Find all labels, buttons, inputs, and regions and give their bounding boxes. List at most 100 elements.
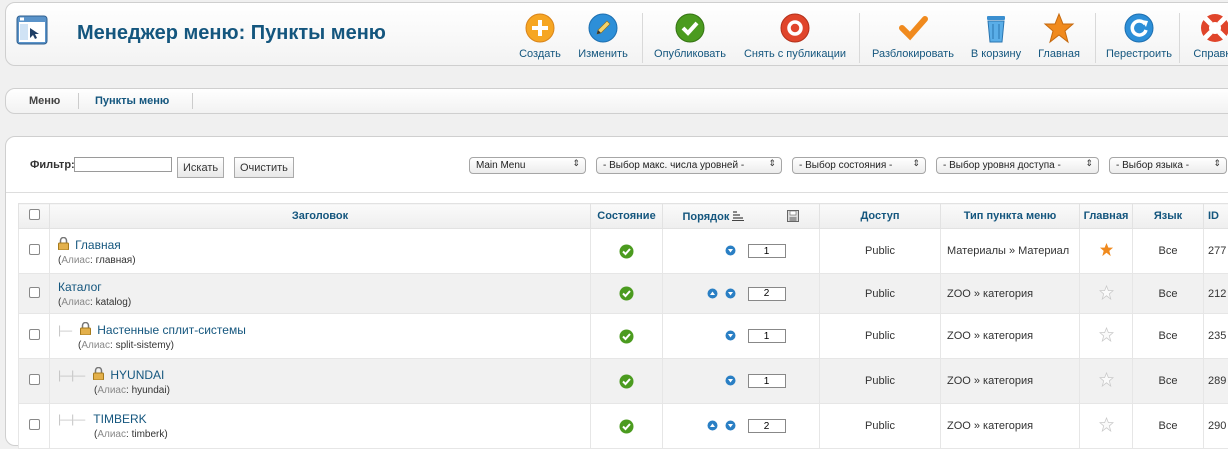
row-alias: (Алиас: hyundai) xyxy=(58,385,590,396)
lock-icon[interactable] xyxy=(80,322,91,335)
language-select[interactable]: - Выбор языка -⇕ xyxy=(1109,157,1227,174)
access-select[interactable]: - Выбор уровня доступа -⇕ xyxy=(936,157,1099,174)
order-input[interactable] xyxy=(748,329,786,343)
row-title-link[interactable]: HYUNDAI xyxy=(110,368,164,382)
title-cell: Каталог (Алиас: katalog) xyxy=(50,274,591,314)
move-up-icon[interactable] xyxy=(707,420,718,431)
id-cell: 235 xyxy=(1204,314,1228,359)
row-checkbox[interactable] xyxy=(29,419,40,430)
column-home[interactable]: Главная xyxy=(1080,204,1133,229)
column-state[interactable]: Состояние xyxy=(591,204,663,229)
page-header: Менеджер меню: Пункты меню Создать Измен… xyxy=(5,2,1228,66)
select-all-checkbox[interactable] xyxy=(29,209,40,220)
unpublish-button[interactable]: Снять с публикации xyxy=(742,9,848,63)
order-input[interactable] xyxy=(748,374,786,388)
filter-input[interactable] xyxy=(74,157,172,172)
create-button[interactable]: Создать xyxy=(509,9,571,63)
move-down-icon[interactable] xyxy=(725,288,736,299)
language-cell: Все xyxy=(1133,404,1204,449)
state-select-value: - Выбор состояния - xyxy=(799,160,892,171)
published-icon[interactable] xyxy=(619,374,634,389)
state-select[interactable]: - Выбор состояния -⇕ xyxy=(792,157,926,174)
published-icon[interactable] xyxy=(619,244,634,259)
column-order[interactable]: Порядок xyxy=(663,204,820,229)
move-down-icon[interactable] xyxy=(725,375,736,386)
submenu: Меню Пункты меню xyxy=(5,88,1228,114)
row-checkbox-cell xyxy=(19,274,50,314)
column-language[interactable]: Язык xyxy=(1133,204,1204,229)
toolbar-divider xyxy=(642,13,643,63)
rebuild-button[interactable]: Перестроить xyxy=(1103,9,1175,63)
home-button[interactable]: Главная xyxy=(1035,9,1083,63)
star-outline-icon[interactable] xyxy=(1099,327,1114,342)
star-outline-icon[interactable] xyxy=(1099,372,1114,387)
access-cell: Public xyxy=(820,359,941,404)
move-up-icon[interactable] xyxy=(707,288,718,299)
row-title-link[interactable]: Главная xyxy=(75,238,121,252)
access-cell: Public xyxy=(820,314,941,359)
language-select-value: - Выбор языка - xyxy=(1116,160,1189,171)
lock-icon[interactable] xyxy=(58,237,69,250)
lifebuoy-icon xyxy=(1199,12,1228,44)
order-input[interactable] xyxy=(748,287,786,301)
table-row: |— Настенные сплит-системы (Алиас: split… xyxy=(19,314,1228,359)
star-outline-icon[interactable] xyxy=(1099,417,1114,432)
type-cell: ZOO » категория xyxy=(941,404,1080,449)
order-cell xyxy=(663,274,820,314)
menu-manager-icon xyxy=(16,15,48,45)
row-checkbox[interactable] xyxy=(29,374,40,385)
move-down-icon[interactable] xyxy=(725,420,736,431)
order-cell xyxy=(663,404,820,449)
type-cell: Материалы » Материал xyxy=(941,229,1080,274)
row-title-link[interactable]: Настенные сплит-системы xyxy=(97,323,246,337)
id-cell: 290 xyxy=(1204,404,1228,449)
trash-button[interactable]: В корзину xyxy=(969,9,1023,63)
row-checkbox[interactable] xyxy=(29,287,40,298)
help-button[interactable]: Справка xyxy=(1185,9,1228,63)
toolbar-divider xyxy=(859,13,860,63)
trash-icon xyxy=(980,12,1012,44)
column-type[interactable]: Тип пункта меню xyxy=(941,204,1080,229)
published-icon[interactable] xyxy=(619,419,634,434)
save-order-icon[interactable] xyxy=(787,210,799,222)
order-input[interactable] xyxy=(748,419,786,433)
published-icon[interactable] xyxy=(619,329,634,344)
star-outline-icon[interactable] xyxy=(1099,285,1114,300)
published-icon[interactable] xyxy=(619,286,634,301)
language-cell: Все xyxy=(1133,314,1204,359)
state-cell xyxy=(591,404,663,449)
row-checkbox-cell xyxy=(19,359,50,404)
checkin-button[interactable]: Разблокировать xyxy=(869,9,957,63)
column-id[interactable]: ID xyxy=(1204,204,1228,229)
row-title-link[interactable]: TIMBERK xyxy=(93,412,146,426)
table-row: |—|— TIMBERK (Алиас: timberk) Public ZOO… xyxy=(19,404,1228,449)
lock-icon[interactable] xyxy=(93,367,104,380)
order-cell xyxy=(663,359,820,404)
clear-button[interactable]: Очистить xyxy=(234,157,294,178)
column-order-label: Порядок xyxy=(683,211,730,223)
home-star-icon[interactable] xyxy=(1099,242,1114,257)
column-title[interactable]: Заголовок xyxy=(50,204,591,229)
title-cell: |—|— HYUNDAI (Алиас: hyundai) xyxy=(50,359,591,404)
row-checkbox[interactable] xyxy=(29,244,40,255)
title-cell: |—|— TIMBERK (Алиас: timberk) xyxy=(50,404,591,449)
menu-select-value: Main Menu xyxy=(476,160,525,171)
order-input[interactable] xyxy=(748,244,786,258)
submenu-divider xyxy=(192,93,193,109)
publish-button[interactable]: Опубликовать xyxy=(650,9,730,63)
order-arrows xyxy=(696,330,736,342)
search-button[interactable]: Искать xyxy=(177,157,224,178)
menu-select[interactable]: Main Menu⇕ xyxy=(469,157,586,174)
submenu-items[interactable]: Пункты меню xyxy=(95,95,169,107)
row-title-link[interactable]: Каталог xyxy=(58,280,102,294)
edit-button[interactable]: Изменить xyxy=(574,9,632,63)
move-down-icon[interactable] xyxy=(725,245,736,256)
column-access[interactable]: Доступ xyxy=(820,204,941,229)
levels-select[interactable]: - Выбор макс. числа уровней -⇕ xyxy=(596,157,782,174)
table-row: |—|— HYUNDAI (Алиас: hyundai) Public ZOO… xyxy=(19,359,1228,404)
checkmark-icon xyxy=(674,12,706,44)
row-checkbox[interactable] xyxy=(29,329,40,340)
row-alias: (Алиас: split-sistemy) xyxy=(58,340,590,351)
submenu-menus[interactable]: Меню xyxy=(29,95,60,107)
move-down-icon[interactable] xyxy=(725,330,736,341)
